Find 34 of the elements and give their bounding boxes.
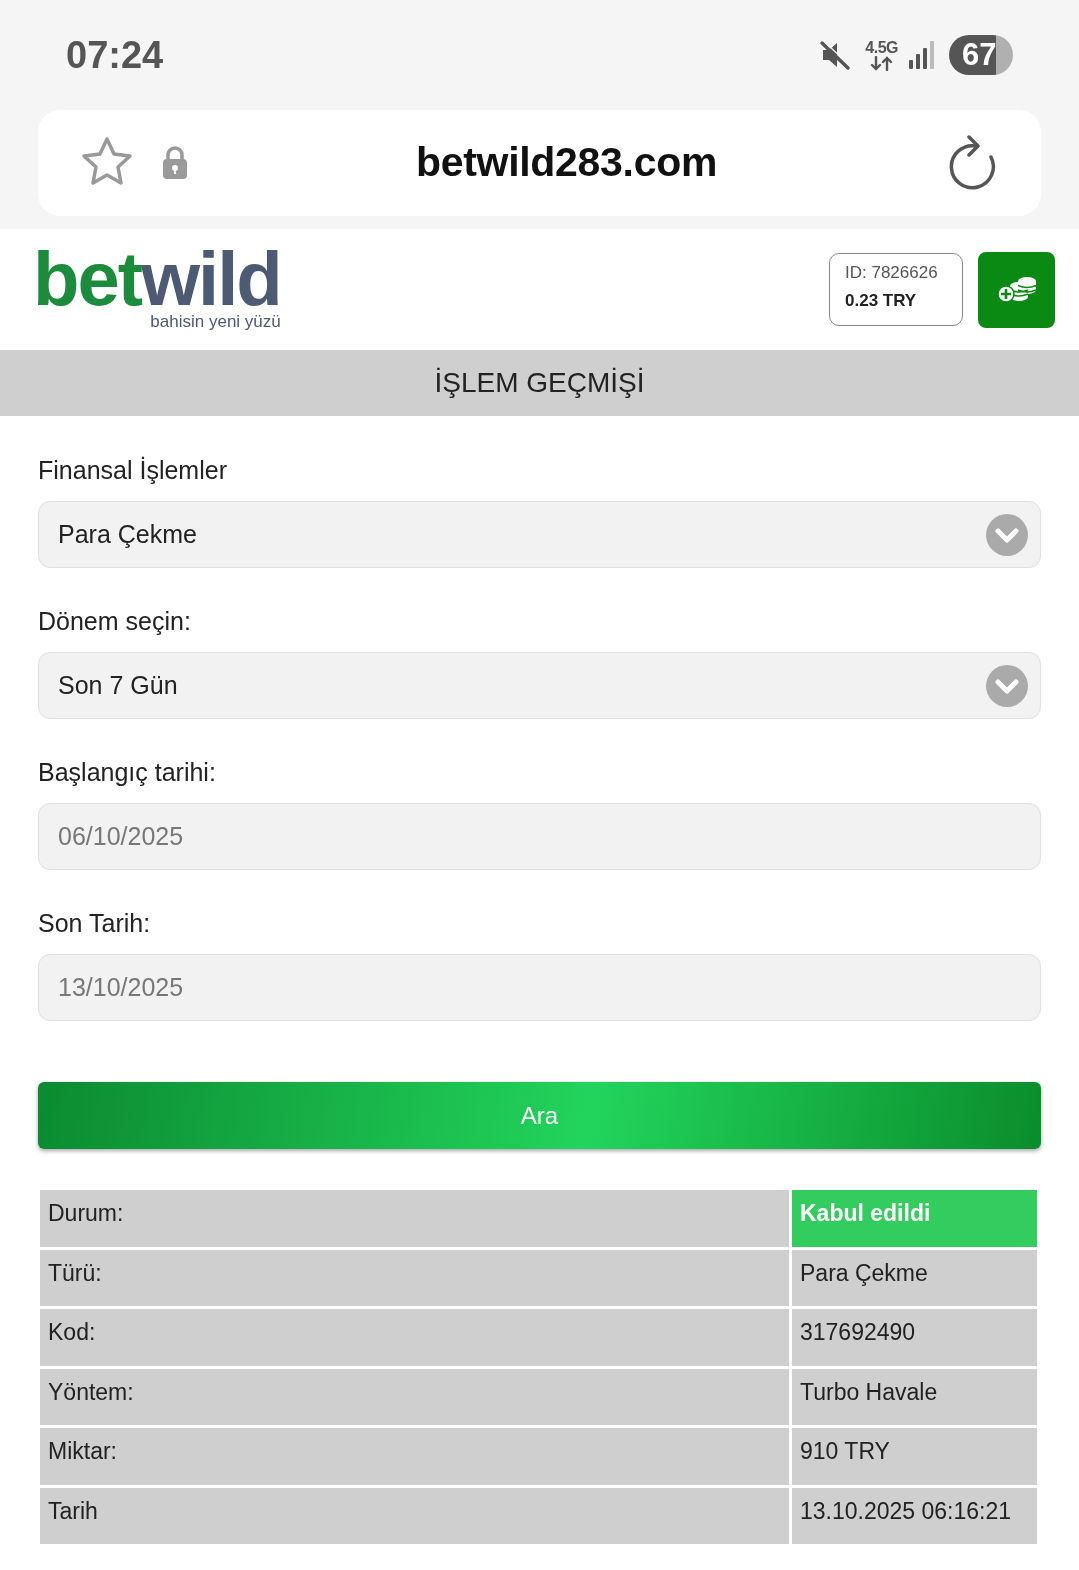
- lock-icon: [162, 146, 188, 180]
- table-cell: 910 TRY: [792, 1428, 1037, 1485]
- signal-bars-icon: [908, 40, 936, 70]
- muted-speaker-icon: [819, 39, 852, 71]
- account-id: ID: 7826626: [845, 262, 939, 284]
- table-cell: Turbo Havale: [792, 1368, 1037, 1425]
- dropdown-field[interactable]: Son 7 Gün: [38, 652, 1041, 719]
- dropdown-field[interactable]: Para Çekme: [38, 501, 1041, 568]
- chevron-down-icon: [986, 513, 1028, 556]
- table-cell: 317692490: [792, 1309, 1037, 1366]
- data-arrows-icon: [869, 55, 894, 71]
- table-cell: 13.10.2025 06:16:21: [792, 1487, 1037, 1544]
- status-cell: Kabul edildi: [792, 1190, 1037, 1247]
- table-cell: Miktar:: [40, 1428, 789, 1485]
- page-title-bar: İŞLEM GEÇMİŞİ: [0, 350, 1079, 416]
- field-label: Finansal İşlemler: [38, 455, 228, 485]
- field-label: Son Tarih:: [38, 908, 152, 938]
- chevron-down-icon: [986, 664, 1028, 707]
- table-cell: Durum:: [40, 1190, 789, 1247]
- field-label: Başlangıç tarihi:: [38, 757, 217, 787]
- field-label: Dönem seçin:: [38, 606, 192, 636]
- table-cell: Tarih: [40, 1487, 789, 1544]
- clock-time: 07:24: [66, 36, 164, 74]
- brand-tagline: bahisin yeni yüzü: [150, 311, 281, 332]
- network-type-label: 4.5G: [865, 39, 898, 56]
- table-cell: Yöntem:: [40, 1368, 789, 1425]
- battery-level: 67: [949, 35, 1013, 75]
- table-cell: Kod:: [40, 1309, 789, 1366]
- table-cell: Türü:: [40, 1249, 789, 1306]
- table-cell: Para Çekme: [792, 1249, 1037, 1306]
- deposit-button[interactable]: [978, 251, 1055, 328]
- account-balance: 0.23 TRY: [845, 290, 918, 312]
- coins-plus-icon: [996, 275, 1037, 304]
- brand-logo[interactable]: betwild: [33, 247, 281, 310]
